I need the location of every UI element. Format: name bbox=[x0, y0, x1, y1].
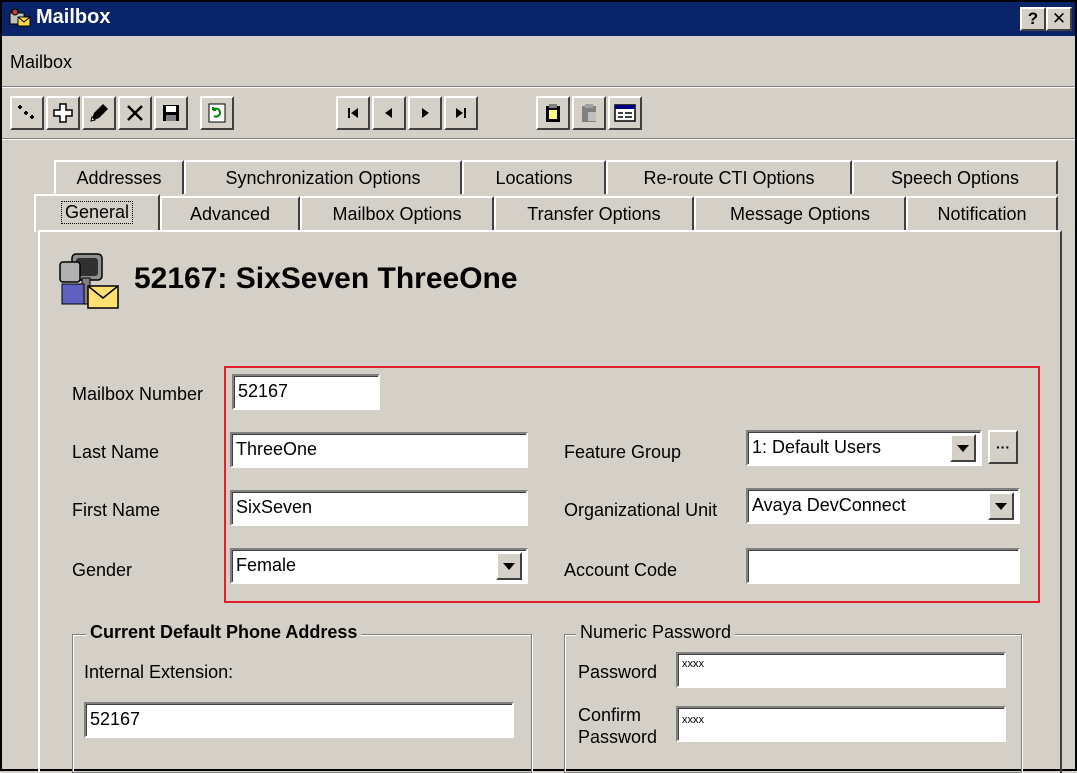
last-name-label: Last Name bbox=[72, 442, 160, 462]
feature-group-dropdown-button[interactable] bbox=[950, 434, 976, 462]
gender-dropdown-button[interactable] bbox=[496, 552, 522, 580]
delete-icon[interactable] bbox=[118, 96, 152, 130]
next-record-icon[interactable] bbox=[408, 96, 442, 130]
mailbox-app-icon bbox=[9, 8, 31, 27]
save-icon[interactable] bbox=[154, 96, 188, 130]
first-record-icon[interactable] bbox=[336, 96, 370, 130]
toolbar-separator bbox=[2, 138, 1075, 140]
tab-speech-options[interactable]: Speech Options bbox=[852, 160, 1058, 194]
tab-message-options[interactable]: Message Options bbox=[694, 196, 906, 230]
gender-label: Gender bbox=[72, 560, 133, 580]
confirm-label-line2: Password bbox=[578, 727, 658, 747]
paste-icon[interactable] bbox=[572, 96, 606, 130]
menu-bar: Mailbox bbox=[2, 36, 1075, 86]
previous-record-icon[interactable] bbox=[372, 96, 406, 130]
tab-synchronization-options[interactable]: Synchronization Options bbox=[184, 160, 462, 194]
query-icon[interactable] bbox=[10, 96, 44, 130]
toolbar bbox=[2, 88, 1075, 136]
password-field[interactable]: xxxx bbox=[676, 652, 1006, 688]
tab-addresses[interactable]: Addresses bbox=[54, 160, 184, 194]
first-name-field[interactable]: SixSeven bbox=[230, 490, 528, 526]
close-button[interactable]: ✕ bbox=[1046, 7, 1072, 31]
feature-group-select[interactable]: 1: Default Users bbox=[746, 430, 982, 466]
add-icon[interactable] bbox=[46, 96, 80, 130]
tab-mailbox-options[interactable]: Mailbox Options bbox=[300, 196, 494, 230]
first-name-label: First Name bbox=[72, 500, 161, 520]
feature-group-value: 1: Default Users bbox=[752, 437, 882, 457]
help-button[interactable]: ? bbox=[1020, 7, 1046, 31]
phone-address-group-title: Current Default Phone Address bbox=[86, 622, 362, 643]
confirm-password-field[interactable]: xxxx bbox=[676, 706, 1006, 742]
last-record-icon[interactable] bbox=[444, 96, 478, 130]
copy-icon[interactable] bbox=[536, 96, 570, 130]
mailbox-number-field[interactable]: 52167 bbox=[232, 374, 380, 410]
title-bar[interactable]: Mailbox ? ✕ bbox=[2, 2, 1075, 36]
refresh-icon[interactable] bbox=[200, 96, 234, 130]
account-code-field[interactable] bbox=[746, 548, 1020, 584]
list-icon[interactable] bbox=[608, 96, 642, 130]
numeric-password-group-title: Numeric Password bbox=[576, 622, 736, 643]
chevron-down-icon bbox=[995, 502, 1007, 510]
tab-transfer-options[interactable]: Transfer Options bbox=[494, 196, 694, 230]
tab-general[interactable]: General bbox=[34, 194, 160, 232]
gender-value: Female bbox=[236, 555, 297, 575]
gender-select[interactable]: Female bbox=[230, 548, 528, 584]
tab-notification[interactable]: Notification bbox=[906, 196, 1058, 230]
org-unit-select[interactable]: Avaya DevConnect bbox=[746, 488, 1020, 524]
org-unit-dropdown-button[interactable] bbox=[988, 492, 1014, 520]
account-code-label: Account Code bbox=[564, 560, 678, 580]
page-title: 52167: SixSeven ThreeOne bbox=[134, 262, 518, 295]
tab-locations[interactable]: Locations bbox=[462, 160, 606, 194]
tab-reroute-cti-options[interactable]: Re-route CTI Options bbox=[606, 160, 852, 194]
org-unit-value: Avaya DevConnect bbox=[752, 495, 906, 515]
tab-advanced[interactable]: Advanced bbox=[160, 196, 300, 230]
password-label: Password bbox=[578, 662, 658, 682]
chevron-down-icon bbox=[503, 562, 515, 570]
chevron-down-icon bbox=[957, 444, 969, 452]
mailbox-number-label: Mailbox Number bbox=[72, 384, 204, 404]
confirm-password-label: Confirm Password bbox=[578, 704, 657, 748]
feature-group-browse-button[interactable]: ··· bbox=[988, 430, 1018, 464]
mailbox-window: Mailbox ? ✕ Mailbox Addresses Synchroniz… bbox=[0, 0, 1077, 773]
edit-icon[interactable] bbox=[82, 96, 116, 130]
last-name-field[interactable]: ThreeOne bbox=[230, 432, 528, 468]
feature-group-label: Feature Group bbox=[564, 442, 682, 462]
menu-mailbox[interactable]: Mailbox bbox=[10, 52, 72, 73]
internal-extension-field[interactable]: 52167 bbox=[84, 702, 514, 738]
org-unit-label: Organizational Unit bbox=[564, 500, 718, 520]
internal-extension-label: Internal Extension: bbox=[84, 662, 234, 682]
window-title: Mailbox bbox=[36, 6, 111, 28]
mailbox-icon bbox=[59, 253, 119, 309]
confirm-label-line1: Confirm bbox=[578, 705, 642, 725]
